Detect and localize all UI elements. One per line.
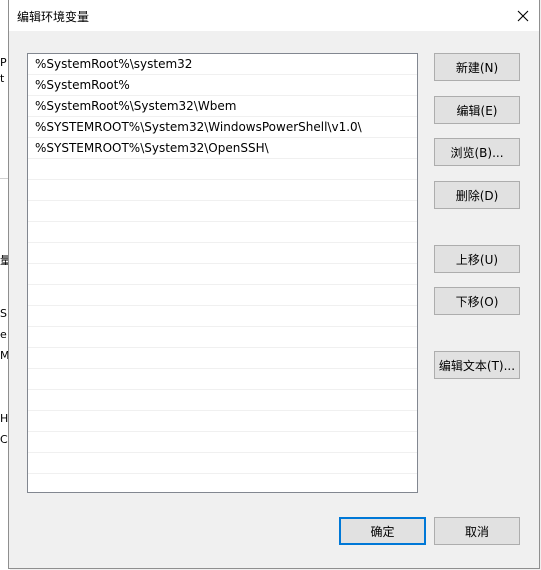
empty-list-row[interactable] bbox=[28, 348, 417, 369]
empty-list-row[interactable] bbox=[28, 243, 417, 264]
background-text: S bbox=[0, 307, 7, 320]
dialog-title: 编辑环境变量 bbox=[17, 10, 90, 24]
background-text: C bbox=[0, 433, 8, 446]
empty-list-row[interactable] bbox=[28, 222, 417, 243]
move-down-button[interactable]: 下移(O) bbox=[434, 287, 520, 315]
edit-text-button[interactable]: 编辑文本(T)... bbox=[434, 351, 520, 379]
empty-list-row[interactable] bbox=[28, 285, 417, 306]
close-icon bbox=[517, 10, 529, 21]
path-list-item[interactable]: %SystemRoot%\system32 bbox=[28, 54, 417, 75]
empty-list-row[interactable] bbox=[28, 159, 417, 180]
empty-list-row[interactable] bbox=[28, 432, 417, 453]
background-text: t bbox=[0, 72, 5, 85]
browse-button[interactable]: 浏览(B)... bbox=[434, 138, 520, 166]
new-button[interactable]: 新建(N) bbox=[434, 53, 520, 81]
path-list-item[interactable]: %SystemRoot%\System32\Wbem bbox=[28, 96, 417, 117]
title-bar: 编辑环境变量 bbox=[9, 0, 539, 31]
close-button[interactable] bbox=[507, 0, 539, 31]
path-list-item[interactable]: %SYSTEMROOT%\System32\WindowsPowerShell\… bbox=[28, 117, 417, 138]
empty-list-row[interactable] bbox=[28, 264, 417, 285]
move-up-button[interactable]: 上移(U) bbox=[434, 245, 520, 273]
cancel-button[interactable]: 取消 bbox=[434, 517, 520, 545]
empty-list-row[interactable] bbox=[28, 306, 417, 327]
path-list-item[interactable]: %SystemRoot% bbox=[28, 75, 417, 96]
empty-list-row[interactable] bbox=[28, 327, 417, 348]
empty-list-row[interactable] bbox=[28, 453, 417, 474]
path-list-item[interactable]: %SYSTEMROOT%\System32\OpenSSH\ bbox=[28, 138, 417, 159]
edit-env-variable-dialog: 编辑环境变量 %SystemRoot%\system32 %SystemRoot… bbox=[8, 0, 540, 569]
delete-button[interactable]: 删除(D) bbox=[434, 181, 520, 209]
empty-list-row[interactable] bbox=[28, 201, 417, 222]
empty-list-row[interactable] bbox=[28, 411, 417, 432]
empty-list-row[interactable] bbox=[28, 474, 417, 492]
background-text: P bbox=[0, 56, 7, 69]
empty-list-row[interactable] bbox=[28, 180, 417, 201]
edit-button[interactable]: 编辑(E) bbox=[434, 96, 520, 124]
path-list[interactable]: %SystemRoot%\system32 %SystemRoot% %Syst… bbox=[27, 53, 418, 493]
empty-list-row[interactable] bbox=[28, 369, 417, 390]
background-text: e bbox=[0, 328, 7, 341]
empty-list-row[interactable] bbox=[28, 390, 417, 411]
ok-button[interactable]: 确定 bbox=[339, 517, 426, 545]
